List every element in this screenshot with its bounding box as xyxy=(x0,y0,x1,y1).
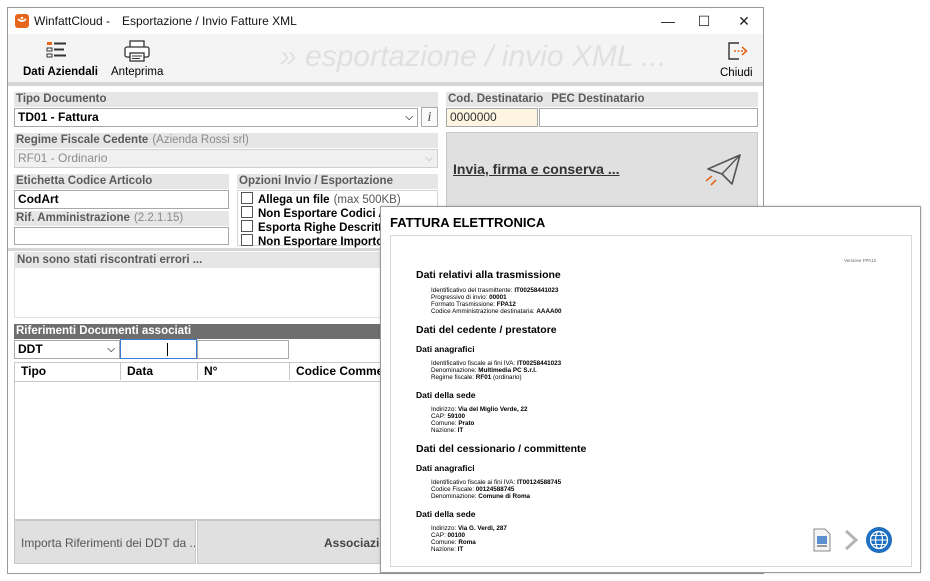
cessionario-anagrafici-row: Codice Fiscale: 00124588745 xyxy=(431,486,515,493)
destinatario-labels: Cod. Destinatario PEC Destinatario xyxy=(446,92,758,107)
list-settings-icon xyxy=(46,42,66,58)
cessionario-sede-row: CAP: 00100 xyxy=(431,532,465,539)
etichetta-input[interactable]: CodArt xyxy=(14,190,229,209)
cedente-anagrafici-row: Regime fiscale: RF01 (ordinario) xyxy=(431,374,522,381)
regime-fiscale-value: RF01 - Ordinario xyxy=(18,151,108,165)
cedente-sede-row: CAP: 59100 xyxy=(431,413,465,420)
toolbar-divider xyxy=(8,82,763,86)
cedente-sede-row: Indirizzo: Via del Miglio Verde, 22 xyxy=(431,406,528,413)
trasmissione-row: Identificativo del trasmittente: IT00258… xyxy=(431,287,559,294)
section-trasmissione: Dati relativi alla trasmissione xyxy=(416,269,561,281)
cedente-sede-row: Comune: Prato xyxy=(431,420,475,427)
regime-fiscale-select[interactable]: RF01 - Ordinario ⌵ xyxy=(14,149,438,168)
riferimenti-type-select[interactable]: DDT ⌵ xyxy=(14,340,120,359)
cessionario-sede-row: Comune: Roma xyxy=(431,539,476,546)
cessionario-anagrafici-row: Identificativo fiscale ai fini IVA: IT00… xyxy=(431,479,562,486)
pec-destinatario-input[interactable] xyxy=(539,108,758,127)
etichetta-value: CodArt xyxy=(18,192,59,206)
tipo-documento-value: TD01 - Fattura xyxy=(18,110,99,124)
printer-icon xyxy=(124,40,150,62)
esporta-righe-checkbox[interactable]: Esporta Righe Descrittive xyxy=(241,220,398,234)
exit-icon xyxy=(728,42,748,60)
cessionario-sede-row: Indirizzo: Via G. Verdi, 287 xyxy=(431,525,507,532)
rif-amministrazione-input[interactable] xyxy=(14,227,229,245)
trasmissione-row: Progressivo di invio: 00001 xyxy=(431,294,507,301)
toolbar: » esportazione / invio XML ... Dati Azie… xyxy=(8,34,763,82)
chiudi-label: Chiudi xyxy=(720,67,753,79)
cod-destinatario-label: Cod. Destinatario xyxy=(448,93,544,105)
text-cursor xyxy=(167,343,168,356)
tipo-documento-select[interactable]: TD01 - Fattura ⌵ xyxy=(14,108,418,127)
app-logo-icon xyxy=(15,14,29,28)
minimize-button[interactable]: — xyxy=(658,12,678,30)
close-window-button[interactable]: ✕ xyxy=(734,12,754,30)
riferimenti-numero-input[interactable] xyxy=(197,340,289,359)
cessionario-anagrafici-row: Denominazione: Comune di Roma xyxy=(431,493,531,500)
tipo-documento-label: Tipo Documento xyxy=(14,92,438,107)
cedente-anagrafici-row: Identificativo fiscale ai fini IVA: IT00… xyxy=(431,360,562,367)
column-numero[interactable]: N° xyxy=(198,363,290,380)
cessionario-sede-row: Nazione: IT xyxy=(431,546,464,553)
importa-riferimenti-button[interactable]: Importa Riferimenti dei DDT da ... xyxy=(14,520,196,564)
rif-amministrazione-label: Rif. Amministrazione (2.2.1.15) xyxy=(14,211,229,226)
format-version: Versione FPA12 xyxy=(844,258,877,263)
column-data[interactable]: Data xyxy=(121,363,198,380)
title-separator: - xyxy=(106,14,110,28)
maximize-button[interactable]: ☐ xyxy=(694,12,714,30)
chevron-down-icon: ⌵ xyxy=(405,112,413,123)
cedente-anagrafici-heading: Dati anagrafici xyxy=(416,344,475,354)
document-export-icon[interactable] xyxy=(811,527,833,553)
allega-file-checkbox[interactable]: Allega un file (max 500KB) xyxy=(241,192,401,206)
app-name: WinfattCloud xyxy=(34,14,103,28)
regime-fiscale-label: Regime Fiscale Cedente (Azienda Rossi srl… xyxy=(14,133,438,148)
opzioni-label: Opzioni Invio / Esportazione xyxy=(237,174,438,189)
invia-label: Invia, firma e conserva ... xyxy=(453,161,620,177)
chiudi-button[interactable]: Chiudi xyxy=(716,36,758,80)
invoice-document: Versione FPA12 Dati relativi alla trasmi… xyxy=(390,235,912,567)
dati-aziendali-label: Dati Aziendali xyxy=(23,66,98,78)
chevron-down-icon: ⌵ xyxy=(107,344,115,355)
pec-destinatario-label: PEC Destinatario xyxy=(551,93,645,105)
regime-fiscale-company: (Azienda Rossi srl) xyxy=(152,134,249,146)
minimize-icon: — xyxy=(661,13,675,29)
cod-destinatario-input[interactable]: 0000000 xyxy=(446,108,538,127)
dati-aziendali-button[interactable]: Dati Aziendali xyxy=(18,36,98,80)
trasmissione-row: Codice Amministrazione destinataria: AAA… xyxy=(431,308,562,315)
info-button[interactable]: i xyxy=(421,107,438,127)
trasmissione-row: Formato Trasmissione: FPA12 xyxy=(431,301,516,308)
cessionario-sede-heading: Dati della sede xyxy=(416,509,476,519)
invia-firma-conserva-button[interactable]: Invia, firma e conserva ... xyxy=(446,132,758,207)
etichetta-label: Etichetta Codice Articolo xyxy=(14,174,229,189)
riferimenti-data-input[interactable] xyxy=(120,339,197,359)
section-cessionario: Dati del cessionario / committente xyxy=(416,443,587,455)
globe-icon[interactable] xyxy=(865,526,893,554)
page-watermark: » esportazione / invio XML ... xyxy=(280,40,667,73)
chevron-down-icon: ⌵ xyxy=(425,153,433,164)
preview-title: FATTURA ELETTRONICA xyxy=(390,215,546,230)
close-icon: ✕ xyxy=(738,13,750,29)
section-cedente: Dati del cedente / prestatore xyxy=(416,324,557,336)
cessionario-anagrafici-heading: Dati anagrafici xyxy=(416,463,475,473)
info-icon: i xyxy=(427,110,432,125)
window-title: Esportazione / Invio Fatture XML xyxy=(122,14,297,28)
cedente-anagrafici-row: Denominazione: Multimedia PC S.r.l. xyxy=(431,367,537,374)
maximize-icon: ☐ xyxy=(697,13,711,29)
paper-plane-icon xyxy=(705,154,741,186)
column-tipo[interactable]: Tipo xyxy=(15,363,121,380)
anteprima-button[interactable]: Anteprima xyxy=(106,36,168,80)
cedente-sede-heading: Dati della sede xyxy=(416,390,476,400)
invoice-preview-window: FATTURA ELETTRONICA Versione FPA12 Dati … xyxy=(380,206,921,573)
cedente-sede-row: Nazione: IT xyxy=(431,427,464,434)
riferimenti-type-value: DDT xyxy=(18,342,43,356)
chevron-right-icon[interactable] xyxy=(843,529,859,551)
title-bar: WinfattCloud - Esportazione / Invio Fatt… xyxy=(8,8,763,34)
anteprima-label: Anteprima xyxy=(111,66,164,78)
rif-amministrazione-code: (2.2.1.15) xyxy=(133,212,184,224)
